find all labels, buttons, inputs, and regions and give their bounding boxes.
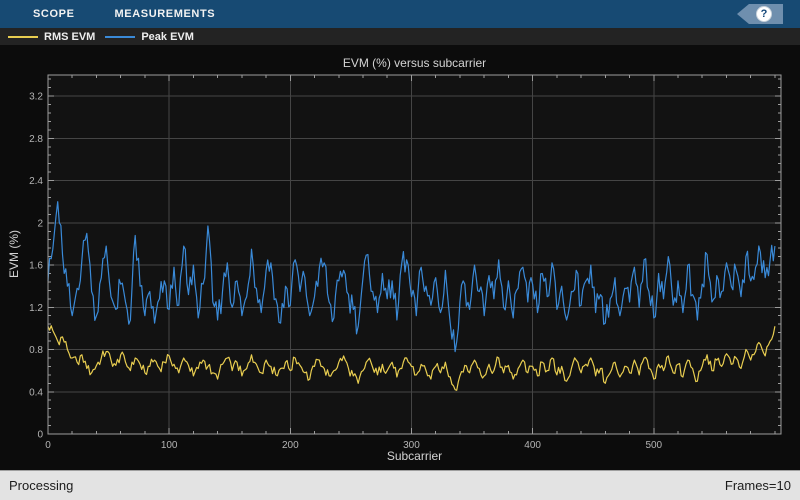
legend-label: Peak EVM xyxy=(141,30,194,43)
tab-scope[interactable]: SCOPE xyxy=(33,8,75,20)
y-tick-label: 2.4 xyxy=(29,176,43,187)
y-tick-label: 2.8 xyxy=(29,134,43,145)
legend-bar: RMS EVM Peak EVM xyxy=(0,28,800,45)
help-button[interactable]: ? xyxy=(737,4,783,24)
rms-evm-line-swatch xyxy=(8,35,38,38)
y-tick-label: 1.6 xyxy=(29,261,43,272)
x-axis-label: Subcarrier xyxy=(386,449,443,463)
legend-item-rms-evm[interactable]: RMS EVM xyxy=(8,31,95,43)
y-tick-label: 0.4 xyxy=(29,387,43,398)
y-axis-label: EVM (%) xyxy=(7,230,21,278)
plot-area[interactable]: 0 100 200 300 400 50000.40.81.21.622.42.83.2 xyxy=(0,45,800,470)
y-tick-label: 2 xyxy=(37,218,43,229)
evm-scope-chart: EVM (%) versus subcarrier 0 100 200 300 400 5… xyxy=(0,45,800,470)
chart-title: EVM (%) versus subcarrier xyxy=(342,56,487,70)
peak-evm-line-swatch xyxy=(105,35,136,38)
help-icon: ? xyxy=(756,6,772,22)
y-tick-label: 0.8 xyxy=(29,345,43,356)
y-tick-label: 1.2 xyxy=(29,303,43,314)
legend-item-peak-evm[interactable]: Peak EVM xyxy=(105,31,194,43)
toolstrip: SCOPE MEASUREMENTS ? xyxy=(0,0,800,28)
status-message: Processing xyxy=(9,478,74,493)
frames-counter: Frames=10 xyxy=(724,478,791,493)
y-tick-label: 0 xyxy=(37,430,43,441)
y-tick-label: 3.2 xyxy=(29,92,43,103)
legend-label: RMS EVM xyxy=(44,30,96,43)
tab-measurements[interactable]: MEASUREMENTS xyxy=(115,8,216,20)
status-bar: Processing Frames=10 xyxy=(0,470,800,500)
